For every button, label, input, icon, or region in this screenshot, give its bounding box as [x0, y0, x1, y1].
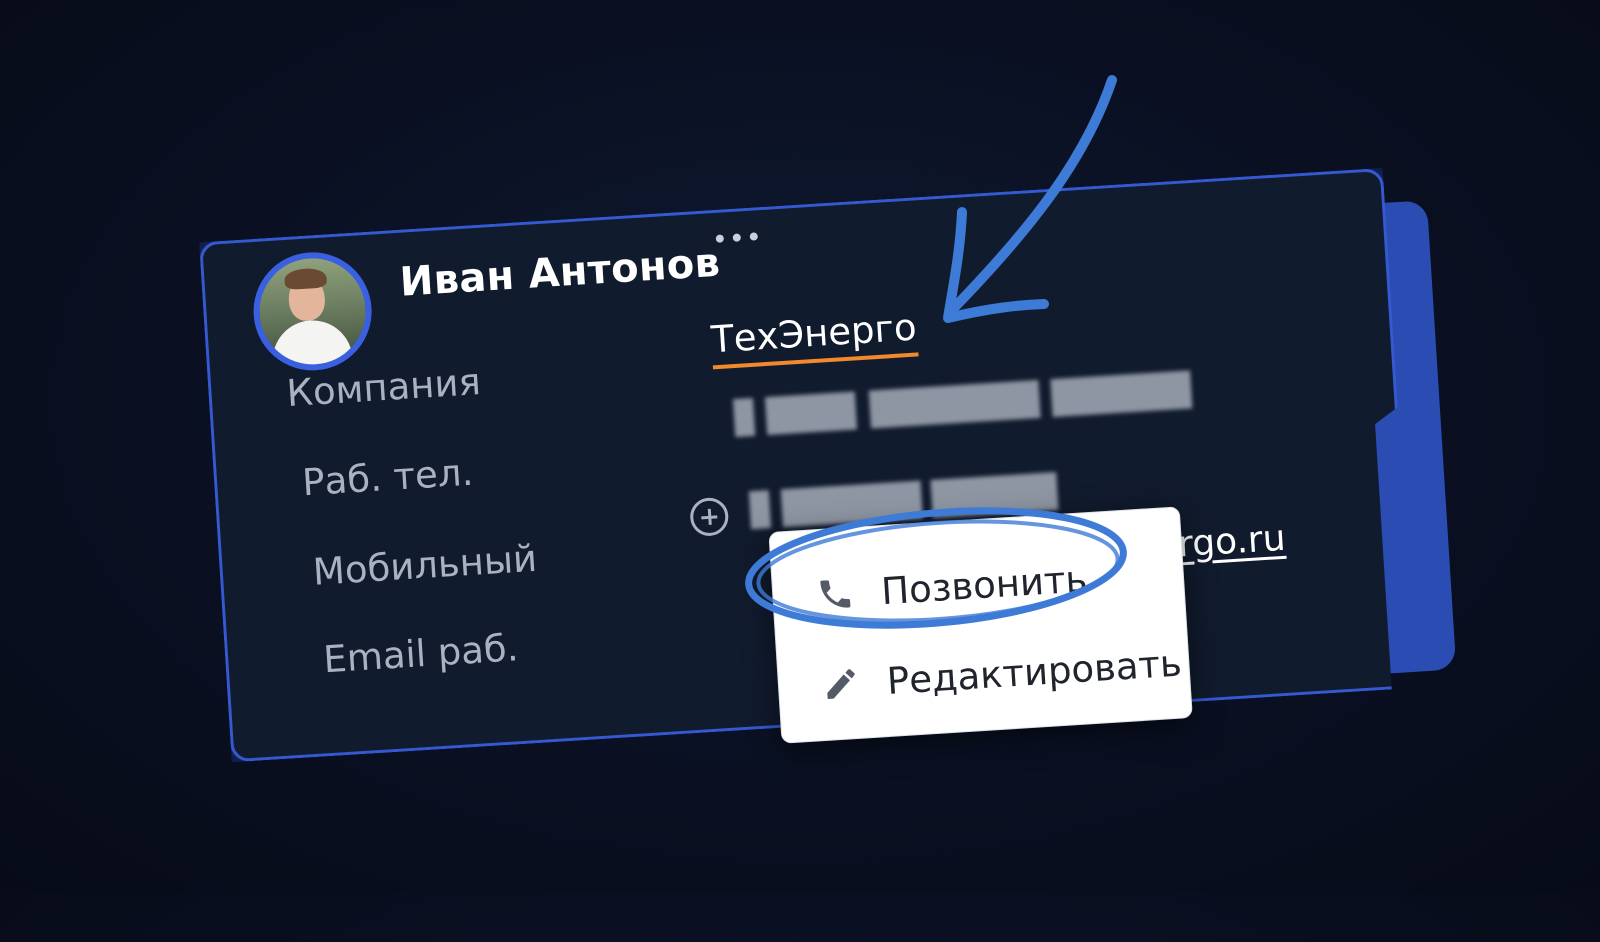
edit-label: Редактировать [885, 641, 1183, 703]
phone-icon [810, 574, 860, 615]
context-menu: Позвонить Редактировать [768, 506, 1193, 744]
contact-scene: Иван Антонов Компания ТехЭнерго Раб. тел… [0, 0, 1600, 942]
more-options-icon[interactable] [715, 229, 759, 246]
pencil-icon [816, 663, 866, 704]
call-label: Позвонить [879, 556, 1089, 613]
